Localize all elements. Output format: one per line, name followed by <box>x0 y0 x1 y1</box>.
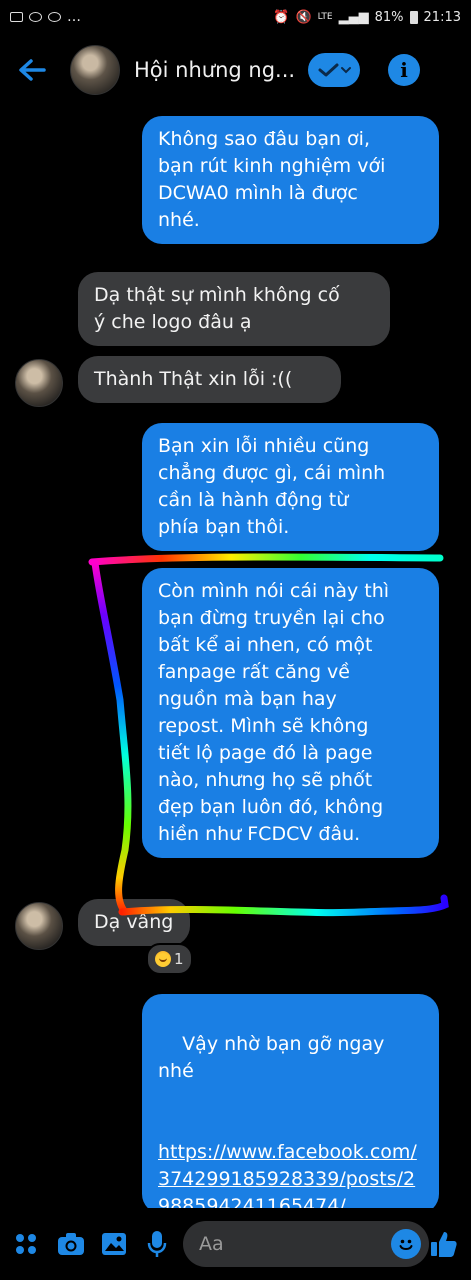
camera-icon[interactable] <box>56 1226 86 1262</box>
info-icon[interactable]: i <box>388 54 420 86</box>
battery-percent: 81% <box>374 9 404 25</box>
messenger-notification-icon <box>29 12 42 22</box>
emoji-icon[interactable] <box>390 1229 421 1259</box>
status-system-icons: ⏰ 🔇 LTE ▂▄▆ 81% 21:13 <box>273 10 461 25</box>
checkmark-dropdown-icon[interactable] <box>308 53 360 87</box>
message-link[interactable]: https://www.facebook.com/374299185928339… <box>158 1139 423 1214</box>
more-notifications-icon: … <box>67 9 82 25</box>
chat-header: Hội nhưng ng... i <box>0 34 471 106</box>
reaction-badge[interactable]: 1 <box>146 943 193 975</box>
contact-avatar-small[interactable] <box>15 359 63 407</box>
menu-dots-icon[interactable] <box>12 1226 40 1262</box>
message-composer <box>0 1208 471 1280</box>
arrow-left-icon[interactable] <box>14 52 50 88</box>
contact-avatar-small[interactable] <box>15 902 63 950</box>
chat-notification-icon <box>48 12 61 22</box>
microphone-icon[interactable] <box>143 1226 171 1262</box>
message-input-wrapper <box>171 1221 429 1267</box>
message-bubble-incoming[interactable]: Dạ thật sự mình không cố ý che logo đâu … <box>78 272 390 346</box>
message-bubble-outgoing[interactable]: Bạn xin lỗi nhiều cũng chẳng được gì, cá… <box>142 423 439 551</box>
battery-icon <box>409 10 418 24</box>
clock: 21:13 <box>423 9 461 25</box>
gallery-notification-icon <box>10 12 23 22</box>
chat-title[interactable]: Hội nhưng ng... <box>134 58 302 82</box>
reaction-count: 1 <box>174 950 184 968</box>
signal-icon: ▂▄▆ <box>338 9 369 25</box>
image-icon[interactable] <box>100 1226 128 1262</box>
status-bar: … ⏰ 🔇 LTE ▂▄▆ 81% 21:13 <box>0 0 471 34</box>
laughing-emoji-icon <box>155 951 171 967</box>
contact-avatar[interactable] <box>70 45 120 95</box>
network-type-label: LTE <box>317 12 333 22</box>
message-bubble-incoming[interactable]: Thành Thật xin lỗi :(( <box>78 356 341 403</box>
message-bubble-outgoing[interactable]: Còn mình nói cái này thì bạn đừng truyền… <box>142 568 439 858</box>
thumbs-up-icon[interactable] <box>429 1226 459 1262</box>
message-bubble-outgoing[interactable]: Vậy nhờ bạn gỡ ngay nhé https://www.face… <box>142 994 439 1214</box>
status-notification-icons: … <box>10 9 82 25</box>
alarm-icon: ⏰ <box>273 9 290 25</box>
messenger-screen: … ⏰ 🔇 LTE ▂▄▆ 81% 21:13 Hội nhưng ng... … <box>0 0 471 1280</box>
message-bubble-incoming[interactable]: Dạ vâng <box>78 899 190 946</box>
message-bubble-outgoing[interactable]: Không sao đâu bạn ơi, bạn rút kinh nghiệ… <box>142 116 439 244</box>
message-text: Vậy nhờ bạn gỡ ngay nhé <box>158 1033 385 1082</box>
mute-icon: 🔇 <box>295 9 312 25</box>
